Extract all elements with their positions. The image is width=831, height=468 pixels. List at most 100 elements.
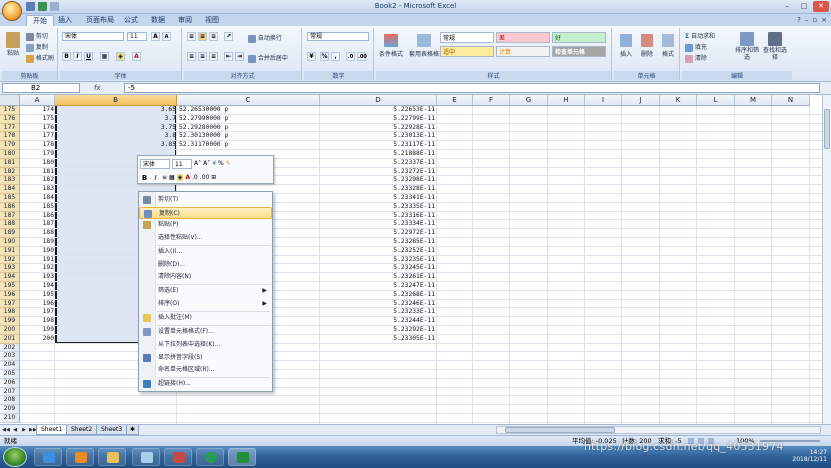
start-button[interactable] [3,447,27,467]
row-header[interactable]: 192 [0,255,20,265]
cell-b[interactable] [56,405,176,414]
increase-indent-icon[interactable]: ⇥ [235,52,244,61]
row-header[interactable]: 202 [0,343,20,353]
cell-a[interactable] [21,379,54,388]
cell-b[interactable]: 3.85 [56,141,176,150]
cell-d[interactable]: 5.23298E-11 [322,176,435,185]
cell-d[interactable]: 5.22799E-11 [322,115,435,124]
row-header[interactable]: 201 [0,334,20,344]
prev-sheet-icon[interactable]: ◀ [11,426,19,434]
cell-a[interactable] [21,352,54,361]
horizontal-scrollbar[interactable] [496,426,821,434]
cell-a[interactable]: 189 [21,238,54,247]
row-header[interactable]: 208 [0,396,20,406]
cell-d[interactable]: 5.23335E-11 [322,203,435,212]
mini-center-icon[interactable]: ≡ [162,174,167,181]
cell-d[interactable]: 5.23247E-11 [322,282,435,291]
cell-b[interactable]: 3.75 [56,124,176,133]
comma-button[interactable]: , [331,52,340,61]
align-right-icon[interactable]: ≡ [209,52,218,61]
cell-d[interactable] [322,379,435,388]
column-header-k[interactable]: K [660,95,697,106]
find-select-button[interactable]: 查找和选择 [762,32,788,61]
cell-d[interactable]: 5.22337E-11 [322,159,435,168]
column-header-n[interactable]: N [772,95,810,106]
cell-a[interactable] [21,388,54,397]
context-menu-item[interactable]: 复制(C) [139,206,272,219]
row-header[interactable]: 188 [0,220,20,230]
insert-cells-button[interactable]: 插入 [617,34,635,58]
mini-merge-icon[interactable]: ⊞ [211,174,216,181]
cell-d[interactable] [322,352,435,361]
style-neutral[interactable]: 适中 [440,46,494,57]
mini-decimal-icon[interactable]: .0 [192,174,198,181]
name-box[interactable]: B2 [2,83,80,93]
row-header[interactable]: 210 [0,414,20,423]
row-header[interactable]: 197 [0,299,20,309]
first-sheet-icon[interactable]: ◀◀ [2,426,10,434]
column-header-m[interactable]: M [735,95,772,106]
borders-button[interactable]: ▦ [100,52,109,61]
format-as-table-button[interactable]: 套用表格格式 [409,34,445,58]
row-header[interactable]: 195 [0,282,20,291]
cell-d[interactable]: 5.23261E-11 [322,273,435,282]
mini-font-name[interactable]: 宋体 [140,158,170,169]
row-header[interactable]: 177 [0,123,20,133]
cell-d[interactable]: 5.23328E-11 [322,185,435,194]
cell-c[interactable]: 52.26530000 p [179,106,319,115]
mini-format-painter-icon[interactable]: ✎ [226,160,231,167]
context-menu-item[interactable]: 命名单元格区域(R)... [139,364,272,376]
cell-d[interactable]: 5.23117E-11 [322,141,435,150]
number-format-select[interactable]: 常规 [307,32,369,41]
cell-d[interactable]: 5.23013E-11 [322,132,435,141]
clear-button[interactable]: 清除 [685,53,707,63]
format-cells-button[interactable]: 格式 [659,34,677,58]
wb-close-button[interactable]: × [821,16,827,24]
mini-italic-button[interactable]: I [151,174,160,182]
row-header[interactable]: 205 [0,370,20,379]
cell-d[interactable] [322,414,435,423]
wrap-text-button[interactable]: 自动换行 [248,33,282,43]
cut-button[interactable]: 剪切 [26,31,48,41]
cell-d[interactable] [322,388,435,397]
cell-a[interactable]: 178 [21,141,54,150]
context-menu-item[interactable]: 设置单元格格式(F)... [139,326,272,338]
cell-d[interactable] [322,405,435,414]
cell-d[interactable]: 5.23244E-11 [322,317,435,326]
cell-b[interactable]: 3.7 [56,115,176,124]
column-header-l[interactable]: L [697,95,735,106]
font-name-select[interactable]: 宋体 [62,32,124,41]
cell-a[interactable] [21,405,54,414]
decrease-decimal-icon[interactable]: .00 [357,52,367,61]
mini-font-size[interactable]: 11 [172,158,192,169]
minimize-button[interactable]: – [779,1,795,12]
cell-a[interactable] [21,361,54,370]
cell-d[interactable]: 5.23341E-11 [322,194,435,203]
clock-date[interactable]: 2018/12/11 [737,456,827,463]
row-header[interactable]: 175 [0,106,20,115]
cell-c[interactable]: 52.29280000 p [179,124,319,133]
taskbar-app5[interactable] [164,448,192,466]
sheet-tab-2[interactable]: Sheet2 [66,425,98,435]
insert-function-button[interactable]: fx [86,83,122,93]
column-header-h[interactable]: H [548,95,585,106]
sort-filter-button[interactable]: 排序和筛选 [734,32,760,61]
cell-d[interactable] [322,361,435,370]
context-menu-item[interactable]: 排序(O) ▶ [139,298,272,310]
column-header-j[interactable]: J [622,95,660,106]
row-header[interactable]: 194 [0,273,20,282]
column-header-d[interactable]: D [320,95,437,106]
close-button[interactable]: ✕ [813,1,829,12]
cell-a[interactable]: 200 [21,335,54,344]
cell-a[interactable]: 181 [21,168,54,177]
mini-percent-button[interactable]: % [218,160,224,167]
cell-a[interactable] [21,396,54,405]
row-header[interactable]: 187 [0,211,20,221]
row-header[interactable]: 176 [0,114,20,124]
context-menu-item[interactable]: 显示拼音字段(S) [139,352,272,364]
cell-a[interactable]: 186 [21,212,54,221]
mini-fill-color-icon[interactable]: ◈ [176,174,184,181]
mini-decimal2-icon[interactable]: .00 [200,174,210,181]
copy-button[interactable]: 复制 [26,42,48,52]
taskbar-excel[interactable] [228,448,256,466]
